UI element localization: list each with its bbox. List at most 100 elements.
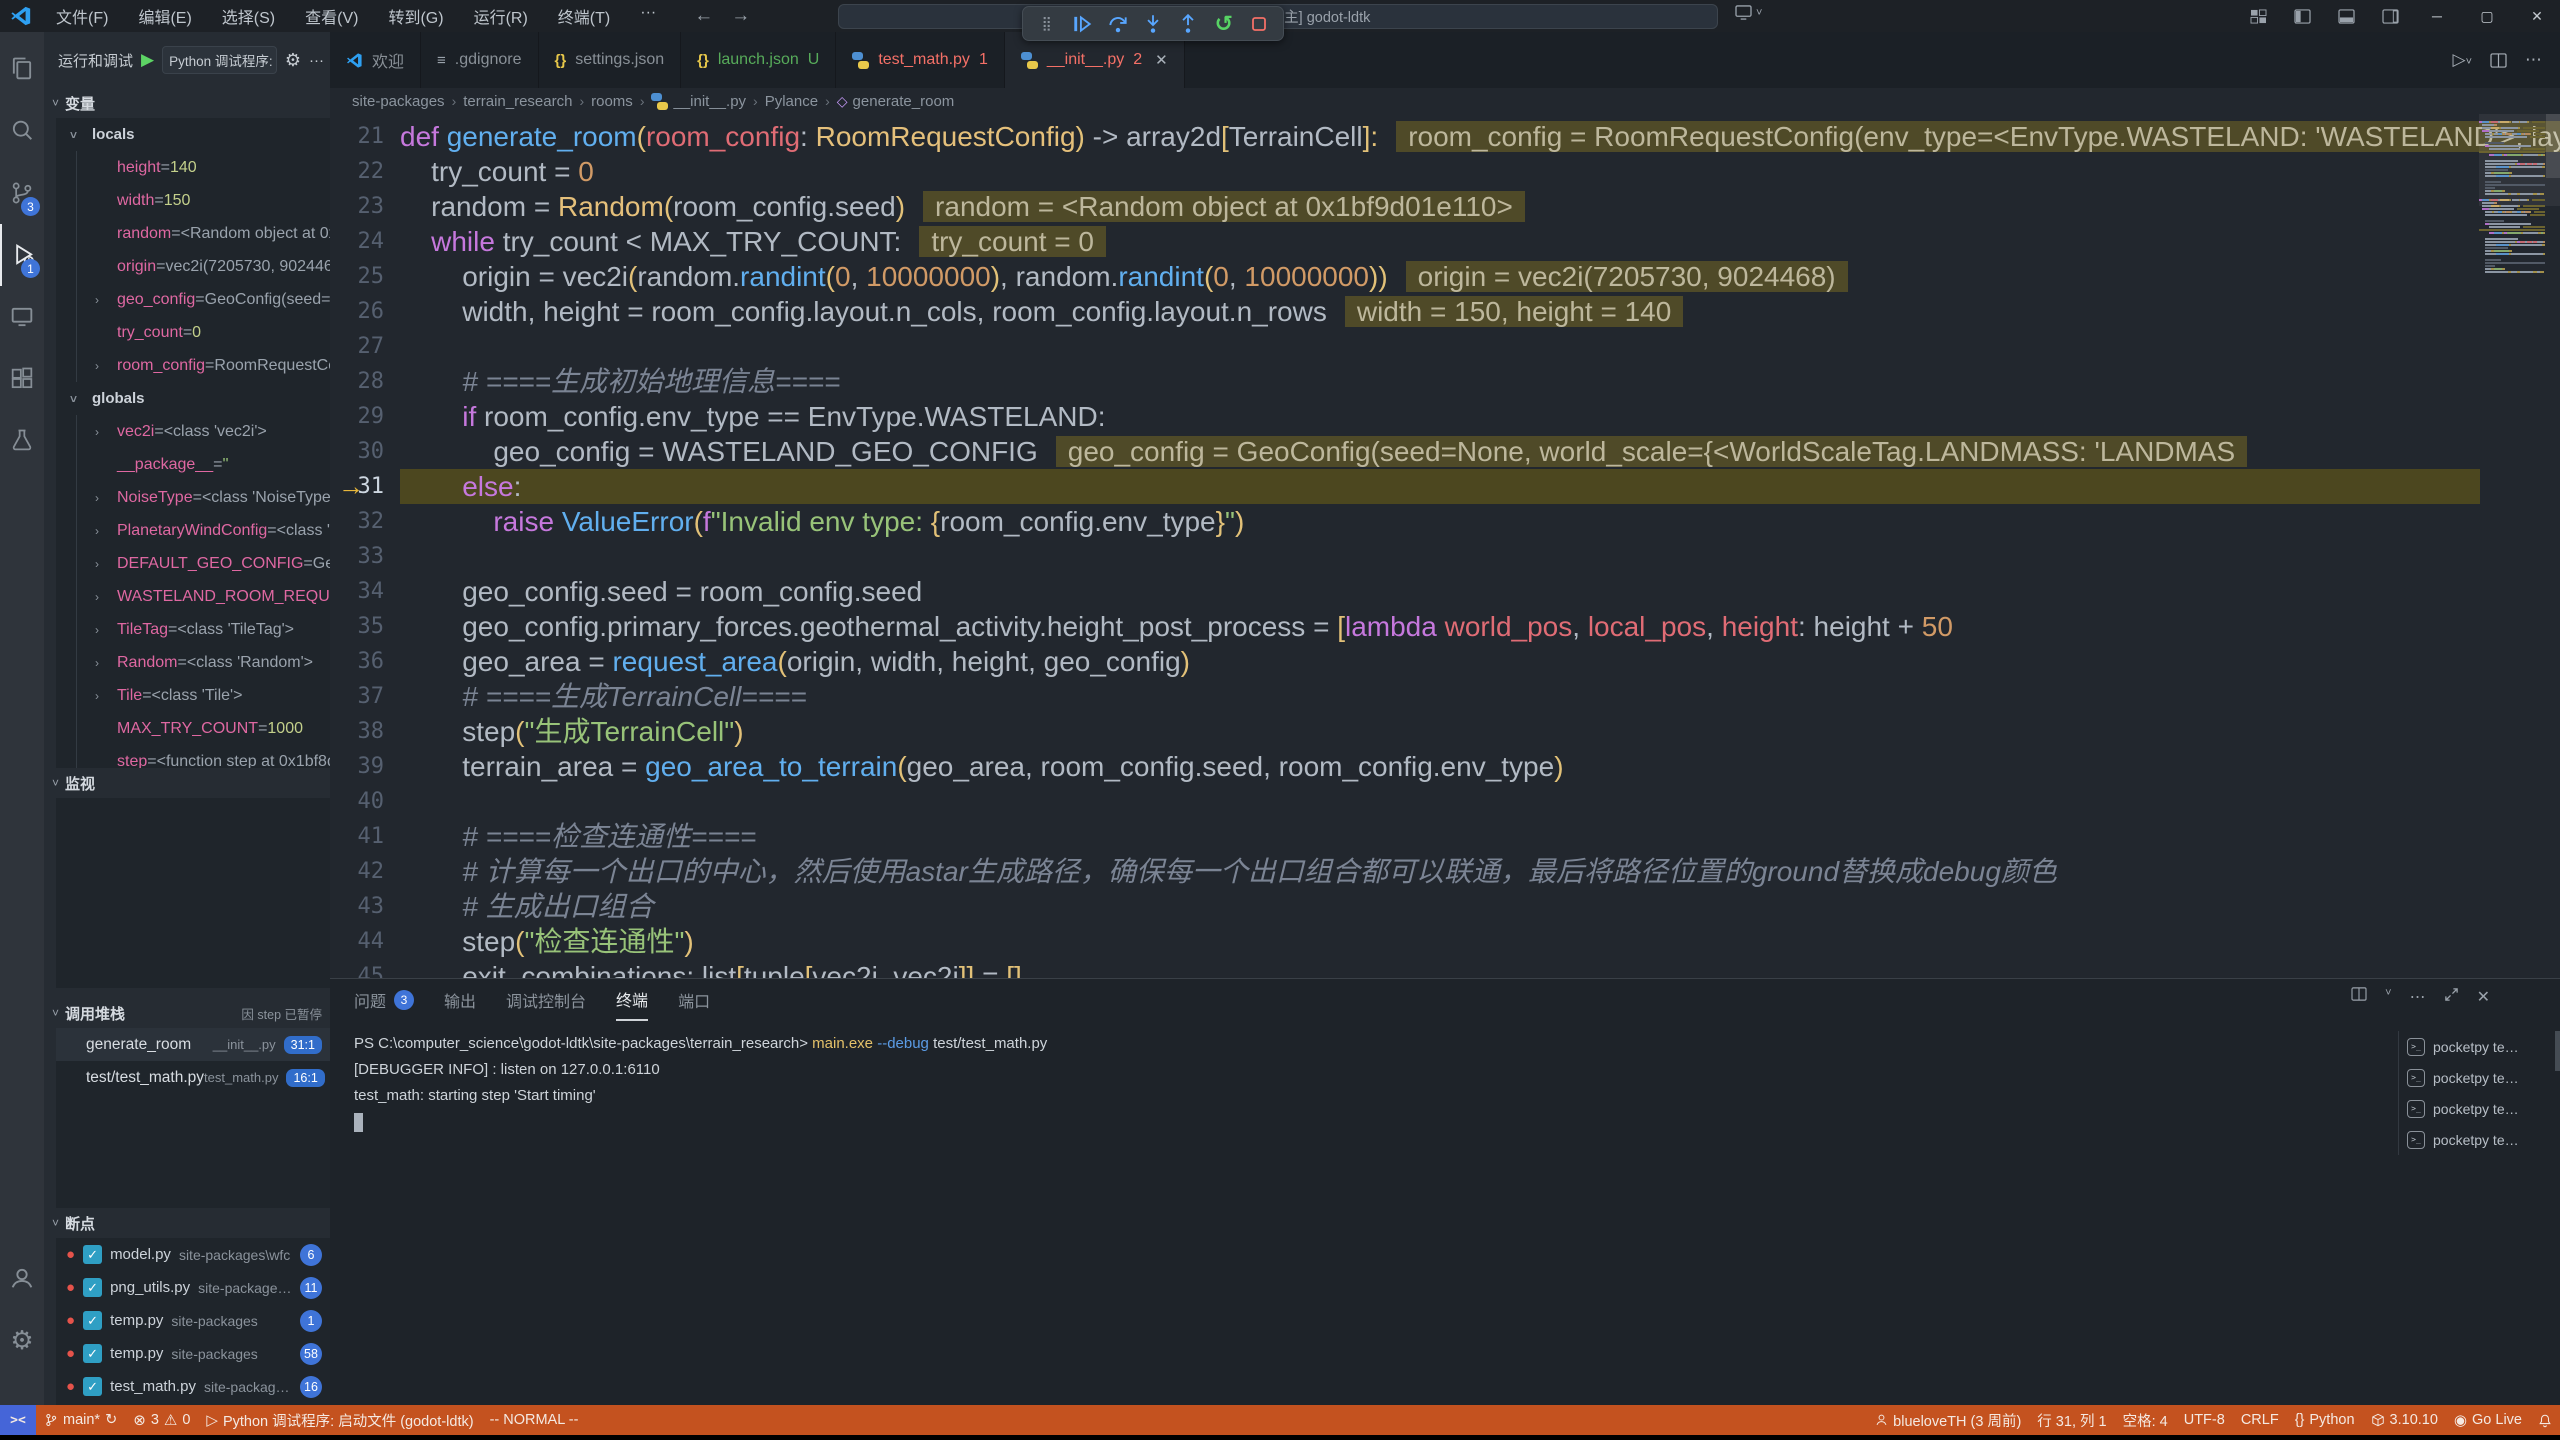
debug-continue-button[interactable]: [1067, 10, 1097, 38]
watch-section-header[interactable]: ˅监视: [44, 768, 330, 798]
variable-row[interactable]: ›Random = <class 'Random'>: [81, 646, 330, 679]
panel-tab-问题[interactable]: 问题3: [354, 979, 414, 1021]
panel-tab-终端[interactable]: 终端: [616, 979, 648, 1021]
breadcrumb-item[interactable]: ◇generate_room: [837, 93, 955, 110]
line-number[interactable]: 41: [330, 819, 384, 854]
variable-row[interactable]: ›room_config = RoomRequestConfig(env_t…: [81, 349, 330, 382]
remote-indicator[interactable]: ><: [0, 1405, 36, 1435]
menu-item[interactable]: 运行(R): [462, 2, 540, 30]
variable-row[interactable]: ›WASTELAND_ROOM_REQUEST_CONFIG = RoomR…: [81, 580, 330, 613]
window-minimize-button[interactable]: ─: [2414, 0, 2460, 32]
code-line[interactable]: 35 geo_config.primary_forces.geothermal_…: [330, 609, 2560, 644]
line-number[interactable]: 43: [330, 889, 384, 924]
code-line[interactable]: 32 raise ValueError(f"Invalid env type: …: [330, 504, 2560, 539]
variable-row[interactable]: try_count = 0: [81, 316, 330, 349]
line-number[interactable]: 45: [330, 959, 384, 978]
terminal-list-scrollbar[interactable]: [2555, 1031, 2560, 1071]
breadcrumb-item[interactable]: rooms: [591, 93, 633, 110]
tab-settings-json[interactable]: {}settings.json: [539, 32, 682, 88]
debug-stop-button[interactable]: [1244, 10, 1274, 38]
debug-step-into-button[interactable]: [1138, 10, 1168, 38]
breakpoint-row[interactable]: ●✓temp.pysite-packages58: [56, 1337, 330, 1370]
variable-row[interactable]: ›PlanetaryWindConfig = <class 'Planeta…: [81, 514, 330, 547]
terminal-dropdown-chevron-icon[interactable]: ˅: [2385, 987, 2391, 1007]
menu-item[interactable]: 查看(V): [293, 2, 370, 30]
panel-close-icon[interactable]: ✕: [2477, 987, 2490, 1007]
terminal-output[interactable]: PS C:\computer_science\godot-ldtk\site-p…: [330, 1021, 2560, 1135]
git-blame-item[interactable]: blueloveTH (3 周前): [1867, 1405, 2029, 1435]
breakpoint-row[interactable]: ●✓temp.pysite-packages1: [56, 1304, 330, 1337]
line-number[interactable]: 23: [330, 189, 384, 224]
panel-tab-输出[interactable]: 输出: [444, 979, 476, 1021]
code-line[interactable]: 40: [330, 784, 2560, 819]
panel-more-actions-icon[interactable]: ⋯: [2410, 987, 2426, 1007]
debug-restart-button[interactable]: ↺: [1209, 10, 1239, 38]
activity-run-debug[interactable]: 1: [0, 224, 44, 286]
line-number[interactable]: 40: [330, 784, 384, 819]
variable-row[interactable]: ›geo_config = GeoConfig(seed=None, wor…: [81, 283, 330, 316]
window-maximize-button[interactable]: ▢: [2464, 0, 2510, 32]
call-stack-frame[interactable]: generate_room__init__.py31:1: [56, 1028, 330, 1061]
encoding-item[interactable]: UTF-8: [2176, 1405, 2233, 1435]
line-number[interactable]: 29: [330, 399, 384, 434]
line-number[interactable]: 42: [330, 854, 384, 889]
eol-item[interactable]: CRLF: [2233, 1405, 2287, 1435]
breakpoint-row[interactable]: ●✓model.pysite-packages\wfc6: [56, 1238, 330, 1271]
menu-item[interactable]: 编辑(E): [126, 2, 203, 30]
problems-item[interactable]: ⊗3 ⚠0: [125, 1405, 198, 1435]
activity-source-control[interactable]: 3: [0, 162, 44, 224]
code-line[interactable]: 42 # 计算每一个出口的中心，然后使用astar生成路径，确保每一个出口组合都…: [330, 854, 2560, 889]
window-close-button[interactable]: ✕: [2514, 0, 2560, 32]
activity-extensions[interactable]: [0, 348, 44, 410]
line-number[interactable]: 24: [330, 224, 384, 259]
line-number[interactable]: 26: [330, 294, 384, 329]
split-terminal-icon[interactable]: [2351, 987, 2367, 1007]
line-number[interactable]: 39: [330, 749, 384, 784]
variable-row[interactable]: MAX_TRY_COUNT = 1000: [81, 712, 330, 745]
code-line[interactable]: 28 # ====生成初始地理信息====: [330, 364, 2560, 399]
line-number[interactable]: 21: [330, 119, 384, 154]
code-line[interactable]: 23 random = Random(room_config.seed)rand…: [330, 189, 2560, 224]
variable-row[interactable]: width = 150: [81, 184, 330, 217]
code-editor[interactable]: 2021def generate_room(room_config: RoomR…: [330, 114, 2560, 978]
breakpoint-checkbox[interactable]: ✓: [83, 1278, 102, 1297]
line-number[interactable]: 34: [330, 574, 384, 609]
panel-tab-调试控制台[interactable]: 调试控制台: [506, 979, 586, 1021]
menu-item[interactable]: 选择(S): [210, 2, 287, 30]
variable-row[interactable]: ›NoiseType = <class 'NoiseType'>: [81, 481, 330, 514]
code-line[interactable]: 27: [330, 329, 2560, 364]
code-line[interactable]: 21def generate_room(room_config: RoomReq…: [330, 119, 2560, 154]
code-line[interactable]: 38 step("生成TerrainCell"): [330, 714, 2560, 749]
line-number[interactable]: 38: [330, 714, 384, 749]
line-number[interactable]: 28: [330, 364, 384, 399]
line-number[interactable]: 30: [330, 434, 384, 469]
code-line[interactable]: 31→ else:: [330, 469, 2560, 504]
breadcrumb-item[interactable]: terrain_research: [463, 93, 572, 110]
line-number[interactable]: 25: [330, 259, 384, 294]
toggle-sidebar-icon[interactable]: [2282, 1, 2322, 31]
line-number[interactable]: 33: [330, 539, 384, 574]
activity-testing[interactable]: [0, 410, 44, 472]
line-number[interactable]: 32: [330, 504, 384, 539]
menu-item[interactable]: 转到(G): [376, 2, 455, 30]
code-line[interactable]: 30 geo_config = WASTELAND_GEO_CONFIGgeo_…: [330, 434, 2560, 469]
call-stack-section-header[interactable]: ˅调用堆栈因 step 已暂停: [44, 998, 330, 1028]
terminal-instance-row[interactable]: >_pocketpy te…: [2407, 1062, 2550, 1093]
variable-row[interactable]: ›TileTag = <class 'TileTag'>: [81, 613, 330, 646]
variable-row[interactable]: step = <function step at 0x1bf8d716d…: [81, 745, 330, 768]
line-number[interactable]: 44: [330, 924, 384, 959]
code-line[interactable]: 36 geo_area = request_area(origin, width…: [330, 644, 2560, 679]
terminal-instance-row[interactable]: >_pocketpy te…: [2407, 1124, 2550, 1155]
line-number[interactable]: 37: [330, 679, 384, 714]
start-debug-button[interactable]: ▶: [141, 50, 154, 70]
drag-grip-icon[interactable]: ⣿: [1032, 10, 1062, 38]
menu-item[interactable]: 终端(T): [546, 2, 622, 30]
line-number[interactable]: 22: [330, 154, 384, 189]
settings-gear-icon[interactable]: ⚙: [0, 1309, 44, 1371]
debug-settings-gear-icon[interactable]: ⚙: [285, 50, 301, 71]
code-line[interactable]: 37 # ====生成TerrainCell====: [330, 679, 2560, 714]
variable-row[interactable]: random = <Random object at 0x1bf9d01e…: [81, 217, 330, 250]
variables-group[interactable]: ˅globals: [56, 382, 330, 415]
breakpoint-row[interactable]: ●✓test_math.pysite-packages\terrain_res……: [56, 1370, 330, 1403]
breakpoint-checkbox[interactable]: ✓: [83, 1245, 102, 1264]
